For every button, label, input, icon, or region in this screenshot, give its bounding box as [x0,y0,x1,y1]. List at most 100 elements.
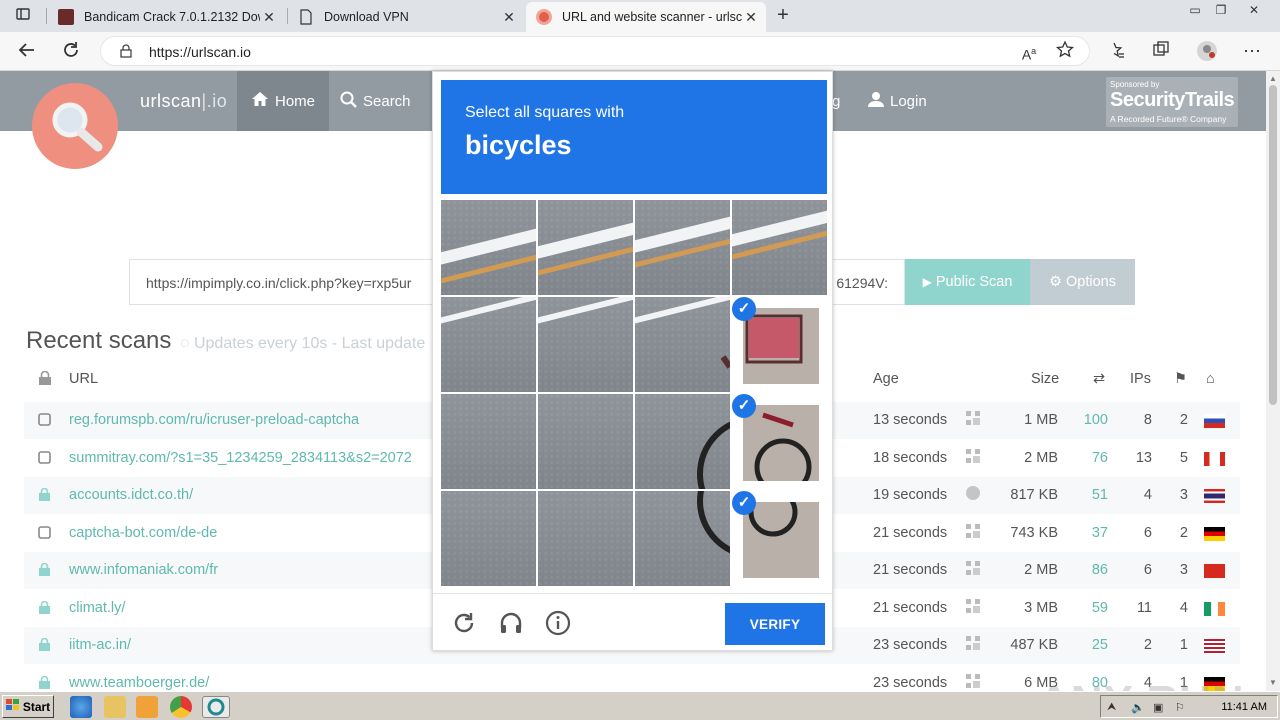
captcha-tile[interactable] [441,491,536,586]
captcha-tile[interactable] [635,200,730,295]
close-tab-icon[interactable]: ✕ [742,9,760,26]
ie-icon[interactable] [70,696,92,718]
captcha-tile[interactable] [441,297,536,392]
brand-name[interactable]: urlscan|.io [140,91,227,112]
captcha-tile-selected[interactable]: ✓ [732,394,827,489]
scan-requests[interactable]: 59 [1092,600,1108,616]
add-favorite-icon[interactable] [1054,40,1076,62]
bicycle-image [743,502,819,578]
action-center-icon[interactable]: ⚐ [1175,701,1185,714]
check-icon: ✓ [732,491,756,515]
network-icon[interactable]: ▣ [1153,701,1163,714]
chrome-icon[interactable] [170,696,192,718]
back-icon[interactable] [16,40,38,62]
scan-requests[interactable]: 25 [1092,637,1108,653]
captcha-tile[interactable] [441,394,536,489]
nav-login[interactable]: Login [868,71,927,131]
scan-requests[interactable]: 86 [1092,562,1108,578]
nav-item-partial[interactable]: g [832,93,840,110]
scan-url-link[interactable]: www.teamboerger.de/ [69,675,209,691]
scrollbar-thumb[interactable] [1269,85,1277,405]
header-age[interactable]: Age [873,371,899,387]
new-tab-button[interactable]: + [773,4,793,26]
verify-button[interactable]: VERIFY [725,603,825,645]
captcha-tile[interactable] [635,297,730,392]
scroll-up-icon[interactable]: ▲ [1269,74,1277,83]
scan-size: 817 KB [1010,487,1058,503]
tab-bandicam[interactable]: Bandicam Crack 7.0.1.2132 Down ✕ [48,2,284,32]
country-flag-icon [1204,601,1225,616]
scan-url-link[interactable]: summitray.com/?s1=35_1234259_2834113&s2=… [69,450,412,466]
address-url[interactable]: https://urlscan.io [149,44,251,60]
volume-icon[interactable]: 🔈 [1131,701,1145,714]
collections-icon[interactable] [1150,40,1172,62]
sponsor-banner[interactable]: Sponsored by SecurityTrails A Recorded F… [1106,77,1238,127]
scan-size: 743 KB [1010,524,1058,541]
restore-icon[interactable]: ❐ [1211,3,1231,23]
nav-search[interactable]: Search [340,71,411,131]
refresh-icon[interactable] [60,40,82,62]
minimize-icon[interactable]: ▭ [1185,3,1205,23]
urlscan-logo[interactable] [32,83,118,169]
captcha-tile[interactable] [538,200,633,295]
scan-requests[interactable]: 51 [1092,487,1108,503]
scan-ips: 11 [1136,599,1152,616]
scan-size: 2 MB [1024,449,1058,466]
captcha-tile[interactable] [635,491,730,586]
address-bar[interactable]: https://urlscan.io [100,36,1090,66]
header-size[interactable]: Size [1031,371,1059,387]
captcha-tile[interactable] [732,200,827,295]
options-button[interactable]: ⚙ Options [1030,259,1135,305]
scan-countries: 2 [1179,412,1188,428]
public-scan-button[interactable]: ▶ Public Scan [905,259,1030,305]
profile-avatar-icon[interactable] [1196,40,1218,62]
captcha-tile[interactable] [635,394,730,489]
play-icon: ▶ [922,275,932,289]
transfers-icon: ⇄ [1093,371,1106,387]
close-window-icon[interactable]: ✕ [1244,3,1264,23]
tab-urlscan[interactable]: URL and website scanner - urlsca ✕ [526,2,766,32]
header-url[interactable]: URL [69,371,98,387]
favorites-icon[interactable] [1105,40,1127,62]
close-tab-icon[interactable]: ✕ [500,9,518,26]
tab-download-vpn[interactable]: Download VPN ✕ [288,2,524,32]
nav-home[interactable]: Home [237,71,329,131]
captcha-tile[interactable] [538,297,633,392]
scan-requests[interactable]: 100 [1084,412,1108,428]
scan-requests[interactable]: 37 [1092,525,1108,541]
captcha-tile[interactable] [538,394,633,489]
captcha-tile[interactable] [441,200,536,295]
scan-url-link[interactable]: accounts.idct.co.th/ [69,487,193,503]
scan-url-link[interactable]: www.infomaniak.com/fr [69,562,218,578]
media-player-icon[interactable] [136,696,158,718]
info-icon[interactable] [545,610,571,636]
edge-taskbar-icon[interactable] [202,696,230,718]
read-aloud-icon[interactable]: Aa [1018,40,1040,63]
header-ips[interactable]: IPs [1130,371,1151,387]
scan-url-link[interactable]: reg.forumspb.com/ru/icruser-preload-capt… [69,412,359,428]
scroll-down-icon[interactable]: ▼ [1269,678,1277,687]
scan-age: 23 seconds [873,637,948,653]
start-button[interactable]: Start [2,695,54,718]
home-icon [251,91,269,111]
reload-icon[interactable] [451,610,477,636]
more-options-icon[interactable]: ⋯ [1241,40,1263,62]
close-tab-icon[interactable]: ✕ [260,9,278,26]
lock-icon[interactable] [119,44,133,58]
tray-arrow-icon[interactable]: ⮝ [1107,701,1116,714]
scan-requests[interactable]: 76 [1092,450,1108,466]
captcha-tile-selected[interactable]: ✓ [732,297,827,392]
search-icon [340,91,357,112]
scan-url-link[interactable]: iitm-ac.in/ [69,637,131,653]
tab-actions-icon[interactable] [14,6,32,24]
unsecured-icon [38,525,51,539]
folder-icon[interactable] [104,696,126,718]
captcha-tile-selected[interactable]: ✓ [732,491,827,586]
scan-url-link[interactable]: climat.ly/ [69,600,125,616]
headphones-icon[interactable] [498,610,524,636]
recent-scans-note: ◌ Updates every 10s - Last update [180,335,426,352]
scan-url-link[interactable]: captcha-bot.com/de-de [69,525,217,541]
scan-size: 487 KB [1010,637,1058,653]
captcha-tile[interactable] [538,491,633,586]
page-scrollbar[interactable]: ▲ ▼ [1266,71,1280,691]
